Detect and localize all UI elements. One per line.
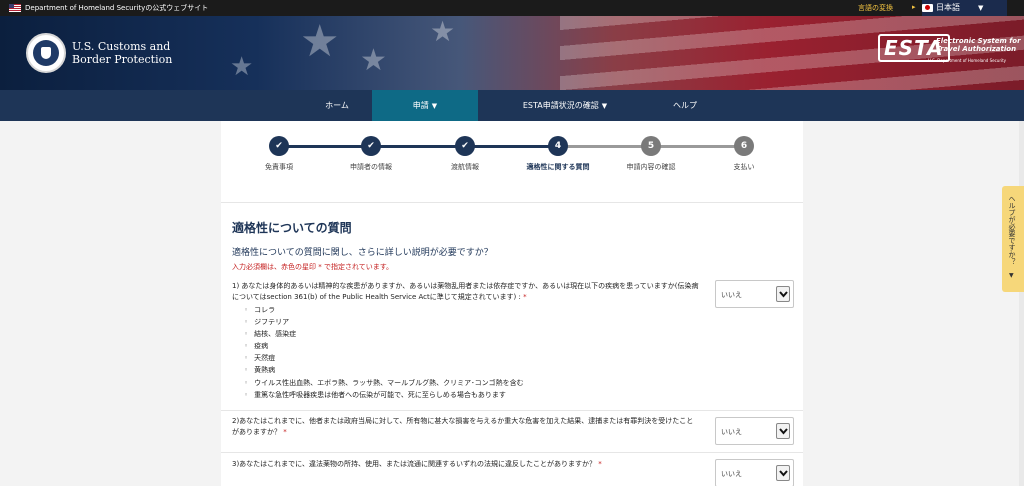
list-item: 天然痘: [244, 352, 524, 364]
list-item: 重篤な急性呼吸器疾患は他者への伝染が可能で、死に至らしめる場合もあります: [244, 389, 524, 401]
star-decoration-icon: ★: [360, 43, 387, 78]
step-3-done-icon: ✔: [455, 136, 475, 156]
list-item: 疫病: [244, 340, 524, 352]
question-1-select[interactable]: いいえ: [715, 280, 794, 308]
caret-down-icon: ▼: [431, 102, 438, 110]
nav-item-label: 申請: [412, 101, 429, 110]
select-value: いいえ: [721, 291, 742, 299]
required-star: *: [281, 428, 287, 436]
chevron-down-icon: [776, 465, 790, 481]
divider: [221, 452, 803, 453]
question-2-text: 2)あなたはこれまでに、他者または政府当局に対して、所有物に甚大な損害を与えるか…: [232, 416, 700, 438]
esta-logo-line2: Travel Authorization: [936, 45, 1017, 53]
esta-logo[interactable]: ESTA Electronic System for Travel Author…: [874, 28, 1021, 78]
list-item: コレラ: [244, 304, 524, 316]
step-label: 免責事項: [265, 163, 293, 171]
esta-logo-system: Electronic System for Travel Authorizati…: [936, 37, 1021, 53]
step-label: 支払い: [733, 163, 755, 171]
side-help-label: ヘルプが必要ですか？: [1008, 195, 1016, 265]
chevron-right-icon: ▸: [912, 3, 916, 11]
language-convert-link[interactable]: 言語の変換: [858, 3, 893, 13]
question-2-select[interactable]: いいえ: [715, 417, 794, 445]
cbp-title-line2: Border Protection: [72, 53, 173, 66]
question-1-text: 1) あなたは身体的あるいは精神的な疾患がありますか、あるいは薬物乱用者または依…: [232, 281, 700, 303]
question-2-label: 2)あなたはこれまでに、他者または政府当局に対して、所有物に甚大な損害を与えるか…: [232, 417, 694, 436]
disease-list: コレラ ジフテリア 結核、感染症 疫病 天然痘 黄熱病 ウイルス性出血熱、エボラ…: [244, 304, 524, 401]
page-scrollbar[interactable]: [1019, 121, 1024, 486]
chevron-down-icon: [776, 423, 790, 439]
step-5-todo: 5: [641, 136, 661, 156]
question-3-select[interactable]: いいえ: [715, 459, 794, 486]
star-decoration-icon: ★: [300, 16, 340, 67]
gov-banner-text: Department of Homeland Securityの公式ウェブサイト: [25, 4, 209, 12]
star-decoration-icon: ★: [230, 52, 254, 82]
nav-item-apply[interactable]: 申請 ▼: [372, 90, 478, 121]
select-value: いいえ: [721, 470, 742, 478]
nav-item-label: ホーム: [325, 101, 349, 110]
nav-item-check-status[interactable]: ESTA申請状況の確認 ▼: [505, 90, 625, 121]
site-header: ★ ★ ★ ★ U.S. Customs and Border Protecti…: [0, 16, 1024, 90]
divider: [221, 202, 803, 203]
step-6-todo: 6: [734, 136, 754, 156]
eligibility-help-link[interactable]: 適格性についての質問に関し、さらに詳しい説明が必要ですか？: [232, 245, 493, 258]
step-label: 申請内容の確認: [626, 163, 676, 171]
triangle-down-icon: ▼: [1009, 272, 1014, 279]
chevron-down-icon: [776, 286, 790, 302]
gov-banner: Department of Homeland Securityの公式ウェブサイト…: [0, 0, 1024, 16]
cbp-title-line1: U.S. Customs and: [72, 40, 171, 53]
step-label: 渡航情報: [451, 163, 479, 171]
nav-item-home[interactable]: ホーム: [292, 90, 382, 121]
main-nav: ホーム 申請 ▼ ESTA申請状況の確認 ▼ ヘルプ: [0, 90, 1024, 121]
nav-item-label: ヘルプ: [673, 101, 697, 110]
list-item: ウイルス性出血熱、エボラ熱、ラッサ熱、マールブルグ熱、クリミア･コンゴ熱を含む: [244, 377, 524, 389]
question-3-text: 3)あなたはこれまでに、違法薬物の所持、使用、または流通に関連するいずれの法規に…: [232, 459, 700, 470]
language-select-value: 日本語: [936, 3, 960, 12]
step-2-done-icon: ✔: [361, 136, 381, 156]
divider: [221, 410, 803, 411]
progress-steps: ✔ ✔ ✔ 4 5 6 免責事項 申請者の情報 渡航情報 適格性に関する質問 申…: [221, 130, 803, 200]
cbp-title[interactable]: U.S. Customs and Border Protection: [72, 40, 172, 66]
step-4-current: 4: [548, 136, 568, 156]
side-help-tab[interactable]: ヘルプが必要ですか？ ▼: [1002, 186, 1024, 292]
required-star: *: [595, 460, 602, 468]
step-label: 申請者の情報: [350, 163, 392, 171]
list-item: 結核、感染症: [244, 328, 524, 340]
dhs-seal-logo[interactable]: [26, 33, 66, 73]
required-star: *: [520, 293, 527, 301]
list-item: ジフテリア: [244, 316, 524, 328]
required-note: 入力必須欄は、赤色の星印 * で指定されています。: [232, 263, 394, 271]
caret-down-icon: ▼: [978, 4, 984, 12]
select-value: いいえ: [721, 428, 742, 436]
esta-logo-dhs: U.S. Department of Homeland Security: [928, 58, 1007, 63]
progress-line-done: [279, 145, 557, 148]
question-3-label: 3)あなたはこれまでに、違法薬物の所持、使用、または流通に関連するいずれの法規に…: [232, 460, 596, 468]
language-select[interactable]: 日本語 ▼: [922, 0, 1007, 16]
us-flag-icon: [9, 4, 21, 12]
star-decoration-icon: ★: [430, 16, 456, 48]
caret-down-icon: ▼: [601, 102, 608, 110]
japan-flag-icon: [922, 4, 933, 12]
esta-logo-line1: Electronic System for: [936, 37, 1021, 45]
step-1-done-icon: ✔: [269, 136, 289, 156]
step-label-current: 適格性に関する質問: [526, 163, 590, 171]
page-title: 適格性についての質問: [232, 221, 352, 235]
nav-item-label: ESTA申請状況の確認: [522, 101, 599, 110]
list-item: 黄熱病: [244, 364, 524, 376]
nav-item-help[interactable]: ヘルプ: [650, 90, 720, 121]
question-1-label: 1) あなたは身体的あるいは精神的な疾患がありますか、あるいは薬物乱用者または依…: [232, 282, 699, 301]
